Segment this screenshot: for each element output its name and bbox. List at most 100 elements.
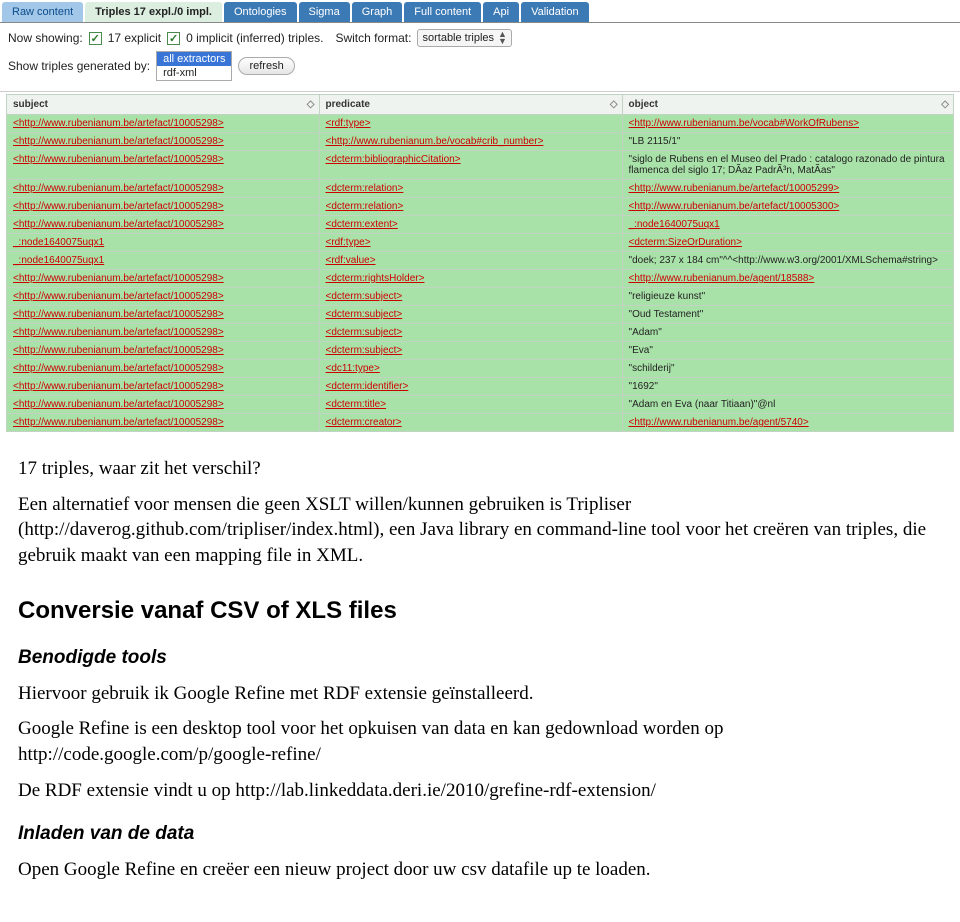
table-cell: <dcterm:subject>	[319, 324, 622, 342]
uri-link[interactable]: <dcterm:rightsHolder>	[326, 273, 425, 284]
uri-link[interactable]: <http://www.rubenianum.be/artefact/10005…	[13, 309, 224, 320]
uri-link[interactable]: <dcterm:identifier>	[326, 381, 409, 392]
table-row: <http://www.rubenianum.be/artefact/10005…	[7, 133, 954, 151]
uri-link[interactable]: <http://www.rubenianum.be/artefact/10005…	[13, 201, 224, 212]
table-row: _:node1640075uqx1 <rdf:value> "doek; 237 x…	[7, 252, 954, 270]
tab-triples[interactable]: Triples 17 expl./0 impl.	[85, 2, 222, 22]
uri-link[interactable]: _:node1640075uqx1	[13, 255, 104, 266]
table-row: <http://www.rubenianum.be/artefact/10005…	[7, 288, 954, 306]
format-select[interactable]: sortable triples ▲▼	[417, 29, 511, 47]
uri-link[interactable]: <dcterm:subject>	[326, 327, 403, 338]
uri-link[interactable]: <dcterm:subject>	[326, 345, 403, 356]
uri-link[interactable]: <dcterm:bibliographicCitation>	[326, 154, 461, 165]
uri-link[interactable]: <http://www.rubenianum.be/artefact/10005…	[629, 183, 840, 194]
tab-validation[interactable]: Validation	[521, 2, 589, 22]
now-showing-label: Now showing:	[8, 31, 83, 45]
uri-link[interactable]: _:node1640075uqx1	[13, 237, 104, 248]
checkbox-explicit[interactable]: ✓	[89, 32, 102, 45]
uri-link[interactable]: <http://www.rubenianum.be/artefact/10005…	[13, 363, 224, 374]
table-cell: <dcterm:title>	[319, 396, 622, 414]
extractors-listbox[interactable]: all extractors rdf-xml	[156, 51, 232, 81]
table-row: <http://www.rubenianum.be/artefact/10005…	[7, 378, 954, 396]
uri-link[interactable]: <http://www.rubenianum.be/artefact/10005…	[13, 417, 224, 428]
tab-full-content[interactable]: Full content	[404, 2, 481, 22]
doc-p5: De RDF extensie vindt u op http://lab.li…	[18, 778, 942, 804]
uri-link[interactable]: <dcterm:creator>	[326, 417, 402, 428]
table-cell: <rdf:value>	[319, 252, 622, 270]
table-cell: "doek; 237 x 184 cm"^^<http://www.w3.org…	[622, 252, 953, 270]
tab-api[interactable]: Api	[483, 2, 519, 22]
uri-link[interactable]: <http://www.rubenianum.be/vocab#crib_num…	[326, 136, 544, 147]
table-cell: <http://www.rubenianum.be/vocab#crib_num…	[319, 133, 622, 151]
uri-link[interactable]: <dcterm:extent>	[326, 219, 398, 230]
uri-link[interactable]: <http://www.rubenianum.be/artefact/10005…	[13, 273, 224, 284]
uri-link[interactable]: <rdf:type>	[326, 118, 371, 129]
col-object[interactable]: object ◇	[622, 95, 953, 115]
table-row: _:node1640075uqx1 <rdf:type> <dcterm:SizeO…	[7, 234, 954, 252]
format-select-value: sortable triples	[422, 32, 494, 44]
tab-bar: Raw content Triples 17 expl./0 impl. Ont…	[0, 0, 960, 23]
table-cell: <dcterm:identifier>	[319, 378, 622, 396]
checkbox-implicit-label: 0 implicit (inferred) triples.	[186, 31, 323, 45]
table-cell: <dcterm:bibliographicCitation>	[319, 151, 622, 180]
table-cell: <dcterm:rightsHolder>	[319, 270, 622, 288]
uri-link[interactable]: <http://www.rubenianum.be/artefact/10005…	[13, 136, 224, 147]
uri-link[interactable]: <dcterm:SizeOrDuration>	[629, 237, 742, 248]
tab-ontologies[interactable]: Ontologies	[224, 2, 297, 22]
uri-link[interactable]: <rdf:type>	[326, 237, 371, 248]
table-cell: "schilderij"	[622, 360, 953, 378]
uri-link[interactable]: <http://www.rubenianum.be/artefact/10005…	[13, 118, 224, 129]
uri-link[interactable]: <http://www.rubenianum.be/artefact/10005…	[13, 183, 224, 194]
uri-link[interactable]: <http://www.rubenianum.be/artefact/10005…	[13, 219, 224, 230]
uri-link[interactable]: _:node1640075uqx1	[629, 219, 720, 230]
extractor-option-all[interactable]: all extractors	[157, 52, 231, 66]
table-cell: <dcterm:extent>	[319, 216, 622, 234]
uri-link[interactable]: <http://www.rubenianum.be/artefact/10005…	[13, 399, 224, 410]
table-cell: <dcterm:relation>	[319, 198, 622, 216]
table-cell: <http://www.rubenianum.be/artefact/10005…	[7, 378, 320, 396]
document-body: 17 triples, waar zit het verschil? Een a…	[0, 434, 960, 922]
uri-link[interactable]: <dcterm:title>	[326, 399, 387, 410]
uri-link[interactable]: <dcterm:subject>	[326, 291, 403, 302]
literal-value: "Adam en Eva (naar Titiaan)"@nl	[629, 399, 776, 410]
refresh-button[interactable]: refresh	[238, 57, 294, 75]
uri-link[interactable]: <dcterm:subject>	[326, 309, 403, 320]
checkbox-explicit-label: 17 explicit	[108, 31, 161, 45]
table-row: <http://www.rubenianum.be/artefact/10005…	[7, 180, 954, 198]
extractor-option-rdfxml[interactable]: rdf-xml	[157, 66, 231, 80]
uri-link[interactable]: <http://www.rubenianum.be/artefact/10005…	[13, 345, 224, 356]
table-cell: <http://www.rubenianum.be/artefact/10005…	[7, 324, 320, 342]
sort-icon[interactable]: ◇	[941, 99, 949, 110]
col-subject[interactable]: subject ◇	[7, 95, 320, 115]
tab-sigma[interactable]: Sigma	[299, 2, 350, 22]
uri-link[interactable]: <dcterm:relation>	[326, 183, 404, 194]
doc-p3: Hiervoor gebruik ik Google Refine met RD…	[18, 681, 942, 707]
tab-raw-content[interactable]: Raw content	[2, 2, 83, 22]
table-cell: <dcterm:relation>	[319, 180, 622, 198]
tab-graph[interactable]: Graph	[352, 2, 403, 22]
uri-link[interactable]: <http://www.rubenianum.be/agent/5740>	[629, 417, 809, 428]
uri-link[interactable]: <http://www.rubenianum.be/artefact/10005…	[13, 291, 224, 302]
uri-link[interactable]: <http://www.rubenianum.be/artefact/10005…	[13, 381, 224, 392]
table-cell: <http://www.rubenianum.be/artefact/10005…	[622, 180, 953, 198]
uri-link[interactable]: <http://www.rubenianum.be/agent/18588>	[629, 273, 815, 284]
table-cell: <http://www.rubenianum.be/artefact/10005…	[7, 342, 320, 360]
table-row: <http://www.rubenianum.be/artefact/10005…	[7, 216, 954, 234]
table-row: <http://www.rubenianum.be/artefact/10005…	[7, 324, 954, 342]
uri-link[interactable]: <rdf:value>	[326, 255, 376, 266]
col-predicate[interactable]: predicate ◇	[319, 95, 622, 115]
uri-link[interactable]: <http://www.rubenianum.be/artefact/10005…	[629, 201, 840, 212]
checkbox-implicit[interactable]: ✓	[167, 32, 180, 45]
literal-value: "religieuze kunst"	[629, 291, 706, 302]
show-generated-by-label: Show triples generated by:	[8, 59, 150, 73]
uri-link[interactable]: <http://www.rubenianum.be/vocab#WorkOfRu…	[629, 118, 860, 129]
uri-link[interactable]: <dc11:type>	[326, 363, 380, 374]
table-row: <http://www.rubenianum.be/artefact/10005…	[7, 342, 954, 360]
table-cell: <http://www.rubenianum.be/artefact/10005…	[7, 198, 320, 216]
table-cell: <dcterm:subject>	[319, 306, 622, 324]
uri-link[interactable]: <http://www.rubenianum.be/artefact/10005…	[13, 327, 224, 338]
uri-link[interactable]: <dcterm:relation>	[326, 201, 404, 212]
sort-icon[interactable]: ◇	[307, 99, 315, 110]
sort-icon[interactable]: ◇	[610, 99, 618, 110]
uri-link[interactable]: <http://www.rubenianum.be/artefact/10005…	[13, 154, 224, 165]
